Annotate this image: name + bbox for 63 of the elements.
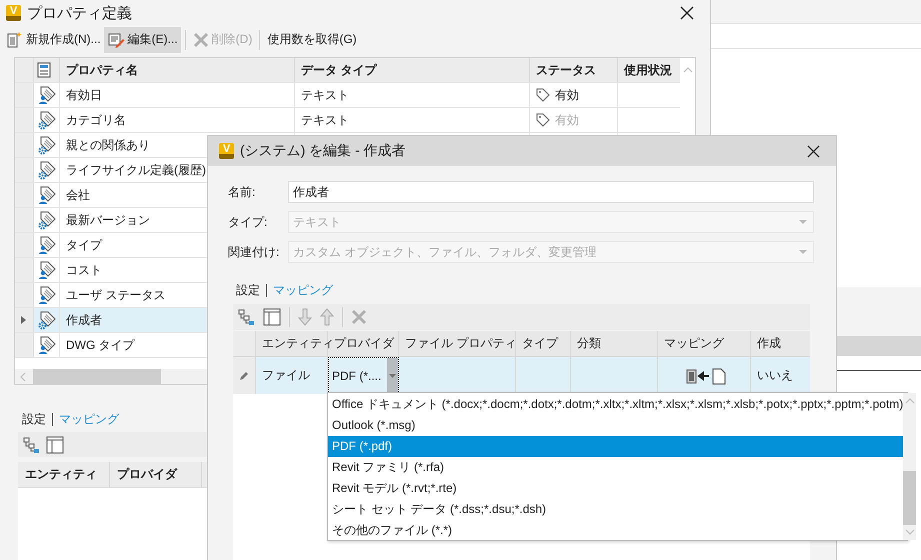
table-row[interactable]: カテゴリ名 テキスト 有効 — [15, 108, 680, 133]
scroll-down-icon[interactable] — [904, 528, 915, 536]
dropdown-option[interactable]: Revit モデル (*.rvt;*.rte) — [328, 478, 904, 499]
table-cell: 有効日 — [60, 83, 295, 107]
column-header[interactable]: プロバイダ — [110, 462, 202, 487]
tab[interactable]: 設定 — [236, 282, 260, 298]
close-icon[interactable] — [680, 6, 694, 20]
tab[interactable]: 設定 — [22, 410, 46, 428]
column-header[interactable]: マッピング — [658, 331, 751, 356]
field-label: 名前: — [228, 184, 256, 200]
toolbar-button[interactable]: 編集(E)... — [104, 26, 181, 52]
table-cell: テキスト — [301, 86, 349, 104]
dropdown-option[interactable]: PDF (*.pdf) — [328, 436, 904, 457]
scroll-left-icon[interactable] — [19, 372, 27, 382]
caret-icon — [799, 250, 807, 254]
column-header[interactable]: ステータス — [530, 58, 618, 82]
tag-icon — [536, 88, 550, 102]
scroll-thumb[interactable] — [903, 470, 916, 524]
pencil-icon — [239, 370, 249, 380]
table-cell-text: いいえ — [756, 367, 794, 384]
delete-icon — [192, 32, 209, 48]
dropdown-option[interactable]: シート セット データ (*.dss;*.dsu;*.dsh) — [328, 499, 904, 520]
caret-icon — [389, 374, 396, 378]
scroll-up-icon[interactable] — [682, 66, 692, 74]
dropdown-option[interactable]: Outlook (*.msg) — [328, 415, 904, 436]
dropdown-button[interactable] — [387, 358, 398, 393]
toolbar-button[interactable]: 新規作成(N)... — [2, 26, 104, 52]
table-cell: カテゴリ名 — [60, 108, 295, 132]
current-row-icon — [21, 316, 27, 324]
columns-icon[interactable] — [46, 436, 64, 454]
column-chooser-icon[interactable] — [37, 62, 51, 78]
column-header[interactable]: タイプ — [516, 331, 571, 356]
table-row[interactable]: ファイル PDF (*.... いいえ — [233, 357, 810, 394]
table-cell: 有効 — [555, 112, 579, 128]
column-header[interactable]: エンティティ — [18, 462, 110, 487]
column-header[interactable]: 分類 — [571, 331, 658, 356]
scroll-up-icon[interactable] — [904, 397, 915, 405]
tree-icon[interactable] — [22, 436, 40, 454]
table-cell: 有効 — [555, 86, 579, 104]
window-title: プロパティ定義 — [27, 4, 133, 22]
column-header[interactable]: ファイル プロパティ — [399, 331, 516, 356]
column-header[interactable]: プロパティ名 — [60, 58, 295, 82]
dropdown-option[interactable]: Office ドキュメント (*.docx;*.docm;*.dotx;*.dotm;*.xltx;*.xltm;*.xlsx;*.xlsm;*.xlsb;*.potx;*.pptx;*.pptm;*.potm) — [328, 394, 904, 415]
scroll-thumb[interactable] — [33, 369, 161, 384]
new-document-icon — [5, 30, 23, 48]
table-cell: テキスト — [301, 112, 349, 128]
dropdown-option[interactable]: Revit ファミリ (*.rfa) — [328, 457, 904, 478]
columns-icon[interactable] — [263, 308, 281, 326]
table-row[interactable]: 有効日 テキスト 有効 — [15, 83, 680, 108]
vertical-scrollbar[interactable] — [903, 393, 916, 540]
tree-icon[interactable] — [237, 308, 255, 326]
app-logo: V — [6, 5, 21, 21]
dropdown-option[interactable]: その他のファイル (*.*) — [328, 520, 904, 541]
close-icon[interactable] — [807, 144, 820, 158]
input-field[interactable]: 作成者 — [288, 181, 814, 203]
toolbar-button[interactable]: 使用数を取得(G) — [264, 26, 360, 52]
tag-icon — [536, 113, 550, 127]
column-header[interactable]: データ タイプ — [295, 58, 530, 82]
caret-icon — [799, 220, 807, 224]
app-logo: V — [219, 143, 234, 159]
field-label: タイプ: — [228, 214, 268, 230]
column-header[interactable]: 作成 — [751, 331, 810, 356]
edit-document-icon — [106, 30, 125, 48]
